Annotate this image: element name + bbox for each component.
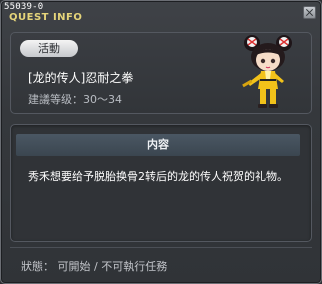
divider [10, 247, 312, 248]
level-label: 建議等级： [28, 93, 83, 106]
window-title: QUEST INFO [9, 12, 83, 23]
close-icon[interactable] [303, 6, 316, 19]
quest-id: 55039-0 [4, 2, 44, 12]
content-header: 内容 [16, 134, 300, 156]
character-portrait [242, 35, 292, 108]
quest-status: 狀態： 可開始 / 不可執行任務 [21, 260, 168, 273]
quest-name: [龙的传人]忍耐之拳 [28, 71, 134, 85]
quest-description: 秀禾想要给予脱胎换骨2转后的龙的传人祝贺的礼物。 [28, 170, 288, 183]
recommended-level: 建議等级：30～34 [28, 91, 122, 107]
level-range: 30～34 [83, 93, 122, 106]
category-badge: 活動 [20, 40, 78, 57]
